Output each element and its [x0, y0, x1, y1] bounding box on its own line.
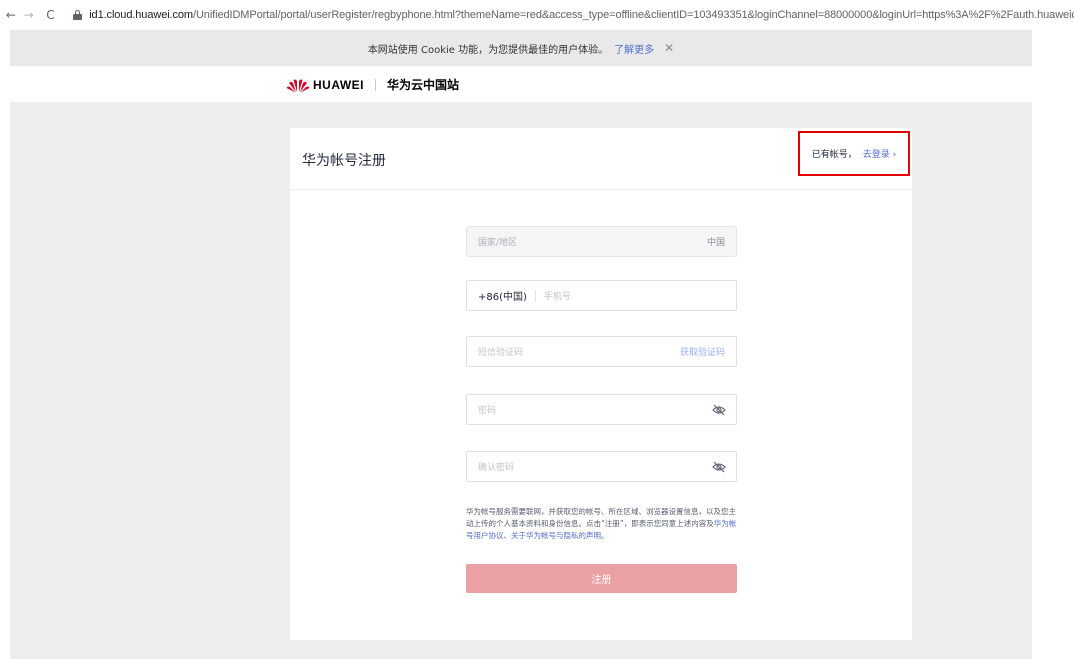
register-card: 华为帐号注册 已有帐号， 去登录 › 国家/地区 中国 +86(中国) 手机号 …	[290, 128, 912, 640]
phone-divider	[534, 289, 536, 302]
phone-field: +86(中国) 手机号	[466, 280, 737, 311]
cookie-learn-more-link[interactable]: 了解更多	[614, 41, 654, 56]
privacy-statement-link[interactable]: 关于华为帐号与隐私的声明	[511, 531, 601, 540]
card-header: 华为帐号注册 已有帐号， 去登录 ›	[290, 128, 912, 190]
country-code-select[interactable]: +86(中国)	[478, 288, 527, 303]
password-field[interactable]: 密码	[466, 394, 737, 425]
password-input[interactable]: 密码	[478, 403, 496, 416]
login-prompt: 已有帐号， 去登录 ›	[798, 131, 910, 176]
brand[interactable]: HUAWEI 华为云中国站	[286, 76, 459, 93]
url-path: /UnifiedIDMPortal/portal/userRegister/re…	[193, 9, 1074, 21]
brand-name: HUAWEI	[313, 77, 364, 92]
terms-end: 。	[601, 531, 609, 540]
browser-address-bar: ← → C id1.cloud.huawei.com/UnifiedIDMPor…	[0, 0, 1074, 30]
reload-icon[interactable]: C	[44, 8, 58, 22]
page-title: 华为帐号注册	[302, 153, 386, 169]
have-account-text: 已有帐号，	[811, 150, 857, 160]
phone-input[interactable]: 手机号	[544, 289, 571, 302]
register-button[interactable]: 注册	[466, 564, 737, 593]
eye-off-icon[interactable]	[712, 403, 726, 417]
eye-off-icon[interactable]	[712, 460, 726, 474]
sms-code-input[interactable]: 短信验证码	[478, 345, 523, 358]
sms-code-field[interactable]: 短信验证码 获取验证码	[466, 336, 737, 367]
confirm-password-input[interactable]: 确认密码	[478, 460, 514, 473]
cookie-banner-text: 本网站使用 Cookie 功能，为您提供最佳的用户体验。	[367, 44, 609, 56]
site-header: HUAWEI 华为云中国站	[10, 66, 1032, 102]
back-icon[interactable]: ←	[4, 8, 18, 22]
confirm-password-field[interactable]: 确认密码	[466, 451, 737, 482]
cookie-close-icon[interactable]: ✕	[664, 41, 674, 55]
brand-divider	[375, 78, 376, 91]
terms-notice: 华为帐号服务需要联网，并获取您的帐号、所在区域、浏览器设置信息，以及您主动上传的…	[466, 506, 742, 542]
cookie-banner: 本网站使用 Cookie 功能，为您提供最佳的用户体验。 了解更多 ✕	[10, 30, 1032, 66]
country-label: 国家/地区	[478, 238, 518, 248]
url-field[interactable]: id1.cloud.huawei.com/UnifiedIDMPortal/po…	[89, 9, 1074, 21]
terms-text: 华为帐号服务需要联网，并获取您的帐号、所在区域、浏览器设置信息，以及您主动上传的…	[466, 507, 736, 528]
site-name: 华为云中国站	[387, 78, 460, 92]
forward-icon[interactable]: →	[22, 8, 36, 22]
terms-separator: 、	[503, 531, 512, 540]
url-host: id1.cloud.huawei.com	[89, 9, 193, 21]
lock-icon	[73, 10, 83, 20]
get-code-button[interactable]: 获取验证码	[680, 345, 725, 358]
country-field[interactable]: 国家/地区 中国	[466, 226, 737, 257]
login-link[interactable]: 去登录 ›	[863, 147, 896, 160]
country-value: 中国	[706, 238, 725, 248]
huawei-logo-icon	[286, 78, 310, 92]
